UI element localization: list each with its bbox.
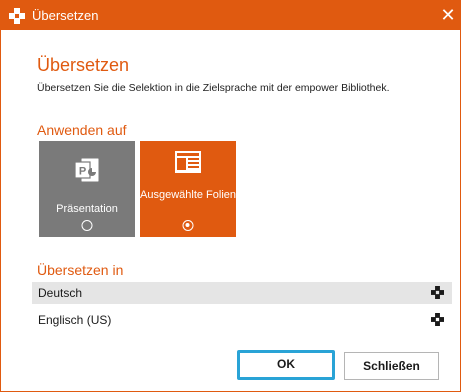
language-name: Deutsch	[38, 286, 83, 300]
empower-logo-icon	[431, 286, 444, 299]
language-item-deutsch[interactable]: Deutsch	[32, 282, 452, 304]
description-text: Übersetzen Sie die Selektion in die Ziel…	[37, 82, 390, 94]
empower-logo-icon	[9, 8, 25, 24]
apply-to-label: Anwenden auf	[37, 122, 127, 138]
ok-button[interactable]: OK	[237, 350, 335, 380]
option-presentation[interactable]: P Präsentation	[39, 141, 135, 237]
option-selected-slides[interactable]: Ausgewählte Folien	[140, 141, 236, 237]
powerpoint-icon: P	[74, 157, 100, 183]
window-title: Übersetzen	[32, 8, 99, 23]
svg-text:P: P	[79, 166, 86, 178]
option-selected-slides-label: Ausgewählte Folien	[140, 189, 237, 201]
empower-logo-icon	[431, 313, 444, 326]
translate-dialog: Übersetzen ✕ Übersetzen Übersetzen Sie d…	[0, 0, 461, 392]
translate-into-label: Übersetzen in	[37, 262, 124, 278]
title-bar: Übersetzen ✕	[1, 1, 460, 30]
close-icon[interactable]: ✕	[438, 4, 458, 26]
language-name: Englisch (US)	[38, 313, 112, 327]
page-title: Übersetzen	[37, 55, 130, 75]
language-item-englisch-us[interactable]: Englisch (US)	[32, 309, 452, 331]
close-button[interactable]: Schließen	[344, 352, 439, 380]
presentation-radio[interactable]	[81, 220, 93, 231]
option-presentation-label: Präsentation	[56, 203, 118, 215]
slides-icon	[175, 151, 201, 173]
selected-slides-radio[interactable]	[182, 220, 194, 231]
